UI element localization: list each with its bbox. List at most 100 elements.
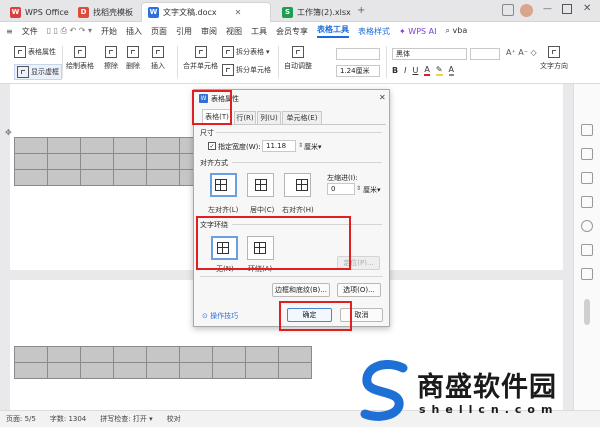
table-properties-button[interactable]: 表格属性 [14,46,56,58]
side-tool-icon[interactable] [581,244,593,256]
width-unit-select[interactable]: 厘米▾ [304,142,322,152]
menu-table-tools[interactable]: 表格工具 [317,24,350,38]
minimize-icon[interactable]: — [543,4,552,14]
side-tool-icon[interactable] [581,172,593,184]
divider [278,46,279,78]
menu-tools[interactable]: 工具 [251,26,267,37]
table-move-handle-icon[interactable]: ✥ [5,128,12,137]
column-width-input[interactable]: 1.24厘米 [336,65,380,77]
close-icon[interactable]: ✕ [379,93,386,102]
sheet-icon: S [282,6,293,18]
underline-icon[interactable]: U [412,66,418,75]
writer-icon: W [148,7,159,18]
tab-wps-office[interactable]: W WPS Office [4,2,75,22]
avatar[interactable] [520,4,533,17]
split-cells-button[interactable]: 拆分单元格 [222,64,271,76]
search-icon: ⌕ [445,26,450,35]
tab-docer[interactable]: D 找稻壳模板 [72,2,139,22]
menu-table-style[interactable]: 表格样式 [358,26,390,37]
text-direction-button[interactable]: 文字方向 [540,46,568,71]
draw-table-button[interactable]: 绘制表格 [66,46,94,71]
maximize-icon[interactable] [562,4,572,14]
split-table-button[interactable]: 拆分表格 ▾ [222,46,270,58]
font-size-select[interactable] [470,48,500,60]
side-tool-icon[interactable] [581,268,593,280]
docer-icon: D [78,6,89,18]
shading-icon[interactable]: A [448,65,454,76]
side-tool-icon[interactable] [581,148,593,160]
hamburger-icon[interactable]: ≡ [6,27,13,36]
bold-icon[interactable]: B [392,66,398,75]
font-format-buttons[interactable]: BIU A ✎ A [392,65,454,76]
menu-vba[interactable]: ⌕ vba [445,26,467,36]
erase-button[interactable]: 擦除 [104,46,118,71]
text-direction-icon [548,46,560,58]
tab-cell[interactable]: 单元格(E) [282,111,322,124]
divider [216,132,382,133]
align-left-icon [215,179,227,191]
align-right-icon [296,179,308,191]
ai-icon: ✦ [399,26,406,36]
options-button[interactable]: 选项(O)... [337,283,381,297]
spell-check-status[interactable]: 拼写检查: 打开 ▾ [100,414,152,424]
borders-shading-button[interactable]: 边框和底纹(B)... [272,283,330,297]
align-right-option[interactable] [284,173,311,197]
menu-member[interactable]: 会员专享 [276,26,308,37]
help-icon[interactable] [581,220,593,232]
chevron-down-icon: ▾ [266,48,270,56]
tips-link[interactable]: ⊙ 操作技巧 [202,311,238,321]
spinner-icon[interactable]: ⇕ [356,185,361,192]
tab-document[interactable]: W 文字文稿.docx ✕ [141,2,271,22]
menu-view[interactable]: 视图 [226,26,242,37]
menu-insert[interactable]: 插入 [126,26,142,37]
font-name-select[interactable]: 黑体 [392,48,467,60]
show-gridlines-button[interactable]: 显示虚框 [14,64,62,80]
insert-table-icon [152,46,164,58]
window-layout-icon[interactable] [502,4,514,16]
row-height-input[interactable] [336,48,380,60]
menu-home[interactable]: 开始 [101,26,117,37]
new-tab-icon[interactable]: + [357,5,365,16]
auto-fit-button[interactable]: 自动调整 [284,46,312,71]
font-size-buttons[interactable]: A⁺ A⁻ ◇ [506,48,537,57]
indent-unit-select[interactable]: 厘米▾ [363,185,381,195]
scrollbar-thumb[interactable] [584,299,590,325]
highlight-box-table-tab [192,90,232,125]
align-center-option[interactable] [247,173,274,197]
merge-cells-icon [194,46,207,58]
left-indent-input[interactable]: 0 [327,183,355,195]
tab-workbook[interactable]: S 工作簿(2).xlsx [276,2,357,22]
delete-button[interactable]: 删除 [126,46,140,71]
brand-logo-icon [360,360,408,421]
insert-button[interactable]: 插入 [151,46,165,71]
divider [232,162,382,163]
menu-references[interactable]: 引用 [176,26,192,37]
close-icon[interactable]: ✕ [235,8,242,17]
word-count[interactable]: 字数: 1304 [50,414,86,424]
side-tool-icon[interactable] [581,196,593,208]
side-tool-icon[interactable] [581,124,593,136]
menu-file[interactable]: 文件 [22,26,38,37]
preferred-width-checkbox[interactable]: ✓ [208,142,216,150]
menu-wps-ai[interactable]: ✦ WPS AI [399,27,436,36]
font-color-icon[interactable]: A [424,65,430,76]
tab-row[interactable]: 行(R) [234,111,256,124]
italic-icon[interactable]: I [404,66,406,75]
spinner-icon[interactable]: ⇕ [298,142,303,149]
menu-page[interactable]: 页面 [151,26,167,37]
align-center-icon [255,179,267,191]
divider [177,46,178,78]
window-close-icon[interactable]: ✕ [583,3,591,14]
document-table-lower[interactable] [14,346,312,379]
highlight-icon[interactable]: ✎ [435,65,443,76]
align-left-option[interactable] [210,173,237,197]
tab-column[interactable]: 列(U) [257,111,281,124]
preferred-width-input[interactable]: 11.18 [262,140,296,152]
quick-access-icons[interactable]: ▯ ▯ ⎙ ↶ ↷ ▾ [47,26,92,36]
align-right-label: 右对齐(H) [282,206,314,214]
page-indicator[interactable]: 页面: 5/5 [6,414,36,424]
menu-review[interactable]: 审阅 [201,26,217,37]
proofread-status[interactable]: 校对 [167,414,181,424]
brand-url: shellcn.com [419,403,559,416]
merge-cells-button[interactable]: 合并单元格 [183,46,218,71]
